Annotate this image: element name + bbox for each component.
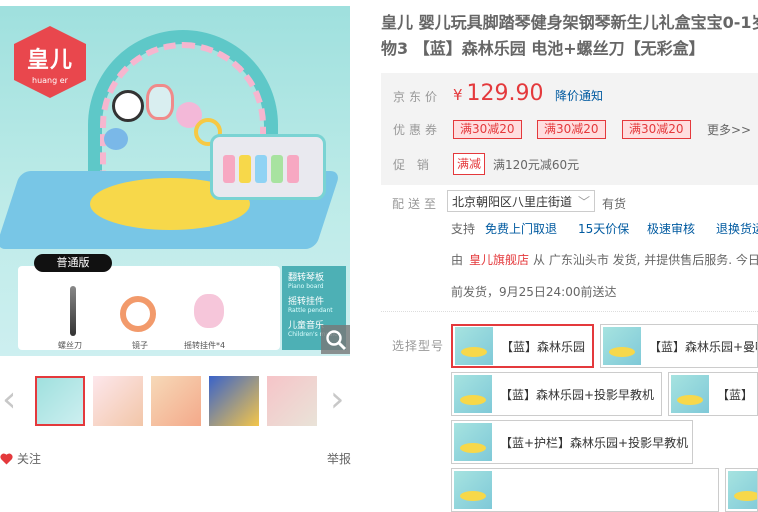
service-free-return[interactable]: 免费上门取退: [485, 220, 557, 237]
thumbnail-3[interactable]: [151, 376, 201, 426]
item-caption-pendant: 摇转挂件*4: [184, 341, 226, 350]
magnifier-icon: [325, 329, 346, 350]
sku-thumb-5: [454, 423, 492, 461]
sku-label: 选择型号: [392, 339, 445, 353]
feature-title-1: 翻转琴板: [288, 273, 325, 283]
feature-sub-1: Piano board: [288, 283, 324, 290]
promo-text: 满120元减60元: [493, 158, 580, 172]
price-summary-box: 京东价 ¥129.90 降价通知 优惠券 满30减20 满30减20 满30减2…: [381, 73, 758, 185]
seller-prefix: 由: [451, 253, 464, 267]
sku-option-label-1: 【蓝】森林乐园: [501, 339, 586, 354]
delivery-label: 配送至: [392, 197, 441, 211]
price-label: 京东价: [393, 90, 442, 104]
coupon-2[interactable]: 满30减20: [537, 120, 606, 139]
hanging-toy-panda: [112, 90, 144, 122]
chevron-down-icon: ﹀: [577, 195, 590, 209]
sku-option-2[interactable]: 【蓝】森林乐园+曼哈: [600, 324, 758, 368]
feature-sub-2: Rattle pendant: [288, 307, 333, 314]
sku-thumb-2: [603, 327, 641, 365]
service-price-protect[interactable]: 15天价保: [578, 220, 629, 237]
sku-option-1[interactable]: 【蓝】森林乐园: [451, 324, 594, 368]
piano-board: [210, 134, 326, 200]
product-title: 皇儿 婴儿玩具脚踏琴健身架钢琴新生儿礼盒宝宝0-1岁 物3 【蓝】森林乐园 电池…: [381, 10, 758, 62]
sku-option-3[interactable]: 【蓝】森林乐园+投影早教机: [451, 372, 662, 416]
delivery-time: 前发货，9月25日24:00前送达: [451, 285, 617, 299]
coupon-label: 优惠券: [393, 123, 442, 137]
stock-status: 有货: [602, 197, 627, 211]
sku-option-6[interactable]: [451, 468, 719, 512]
item-caption-screwdriver: 螺丝刀: [58, 341, 82, 350]
service-fast-review[interactable]: 极速审核: [647, 220, 695, 237]
thumbnail-2[interactable]: [93, 376, 143, 426]
sku-option-label-4: 【蓝】: [717, 387, 754, 402]
mirror-icon: [120, 296, 156, 332]
brand-logo-pinyin: huang er: [32, 76, 68, 85]
sku-thumb-4: [671, 375, 709, 413]
sku-thumb-3: [454, 375, 492, 413]
brand-logo: 皇儿 huang er: [14, 26, 86, 98]
coupon-1[interactable]: 满30减20: [453, 120, 522, 139]
sku-option-label-5: 【蓝+护栏】森林乐园+投影早教机: [500, 435, 689, 450]
product-title-line-2: 物3 【蓝】森林乐园 电池+螺丝刀【无彩盒】: [381, 39, 705, 58]
seller-info: 从 广东汕头市 发货, 并提供售后服务. 今日: [533, 253, 758, 267]
sku-option-4[interactable]: 【蓝】: [668, 372, 758, 416]
item-caption-mirror: 镜子: [132, 341, 148, 350]
services-prefix: 支持: [451, 222, 476, 236]
sku-thumb-6: [454, 471, 492, 509]
delivery-address-select[interactable]: 北京朝阳区八里庄街道 ﹀: [447, 190, 595, 212]
promo-label: 促 销: [393, 158, 433, 172]
report-link[interactable]: 举报: [327, 450, 351, 467]
delivery-address-text: 北京朝阳区八里庄街道: [452, 195, 573, 209]
promo-tag: 满减: [453, 153, 486, 175]
price-drop-notify-link[interactable]: 降价通知: [555, 87, 603, 104]
accessory-panel: [18, 266, 280, 350]
seller-store-link[interactable]: 皇儿旗舰店: [469, 251, 529, 268]
sku-option-label-2: 【蓝】森林乐园+曼哈: [649, 339, 758, 354]
zoom-button[interactable]: [321, 325, 350, 354]
thumbnail-5[interactable]: [267, 376, 317, 426]
thumb-next-arrow-icon[interactable]: ›: [330, 382, 344, 418]
version-ribbon: 普通版: [34, 254, 112, 272]
sku-thumb-1: [455, 327, 493, 365]
price-amount: 129.90: [466, 81, 544, 106]
thumbnail-4[interactable]: [209, 376, 259, 426]
price-value: ¥129.90: [453, 81, 544, 106]
currency-symbol: ¥: [453, 86, 463, 104]
screwdriver-icon: [70, 286, 76, 336]
hanging-toy-elephant: [104, 128, 128, 150]
divider: [381, 311, 758, 312]
more-coupons-link[interactable]: 更多>>: [707, 121, 751, 138]
heart-icon: [0, 453, 13, 464]
sku-option-7[interactable]: [725, 468, 758, 512]
thumb-prev-arrow-icon[interactable]: ‹: [2, 382, 16, 418]
bear-toy-icon: [194, 294, 224, 328]
feature-title-2: 摇转挂件: [288, 297, 325, 307]
thumbnail-1[interactable]: [35, 376, 85, 426]
sku-option-label-3: 【蓝】森林乐园+投影早教机: [500, 387, 655, 402]
service-return-freight[interactable]: 退换货运: [716, 220, 758, 237]
brand-logo-text: 皇儿: [26, 48, 73, 73]
main-product-image[interactable]: 皇儿 huang er 普通版 翻转琴板 Piano board 摇转挂件 Ra…: [0, 6, 350, 356]
sku-thumb-7: [728, 471, 757, 509]
coupon-3[interactable]: 满30减20: [622, 120, 691, 139]
sku-option-5[interactable]: 【蓝+护栏】森林乐园+投影早教机: [451, 420, 693, 464]
follow-button[interactable]: 关注: [0, 450, 41, 467]
product-title-line-1: 皇儿 婴儿玩具脚踏琴健身架钢琴新生儿礼盒宝宝0-1岁: [381, 13, 758, 32]
follow-label: 关注: [17, 452, 42, 466]
hanging-toy-mirror: [146, 84, 174, 120]
